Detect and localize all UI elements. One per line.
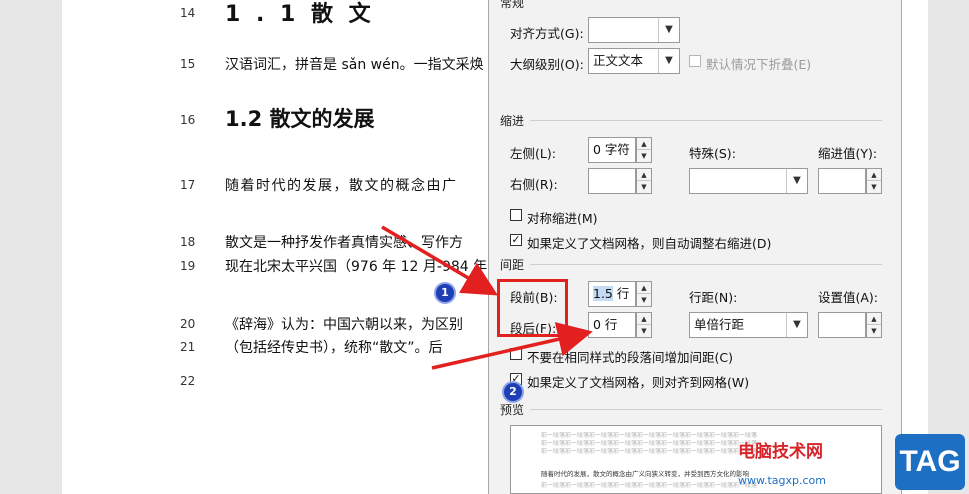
watermark-site-name: 电脑技术网	[738, 442, 823, 462]
step-badge-2: 2	[504, 383, 522, 401]
annotation-arrows	[381, 225, 593, 370]
watermark-url: www.tagxp.com	[738, 474, 826, 487]
arrow-to-space-after	[431, 322, 593, 370]
watermark-tag-logo: TAG	[895, 434, 965, 490]
arrow-to-space-before	[381, 225, 499, 296]
step-badge-1: 1	[436, 284, 454, 302]
